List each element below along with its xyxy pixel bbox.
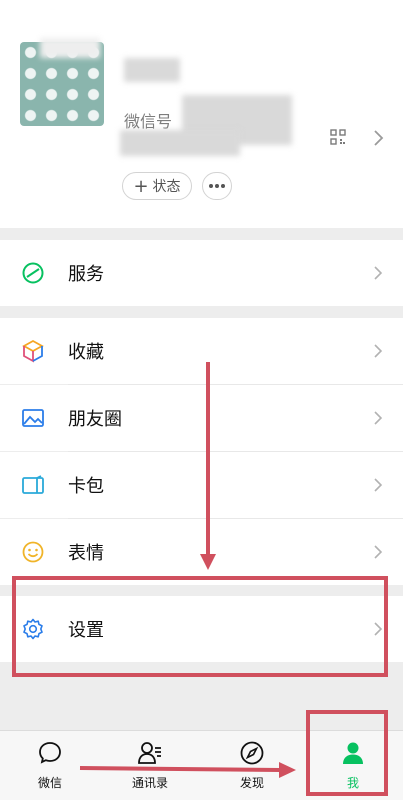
services-icon <box>22 262 44 284</box>
chevron-right-icon <box>374 411 383 425</box>
menu-item-label: 朋友圈 <box>68 409 122 430</box>
menu-item-label: 卡包 <box>68 476 104 497</box>
tab-label: 通讯录 <box>131 776 168 790</box>
tab-contacts[interactable]: 通讯录 <box>110 731 190 800</box>
menu-item-label: 服务 <box>68 264 104 285</box>
profile-header[interactable]: 微信号 + 状态 <box>0 0 403 228</box>
chevron-right-icon <box>374 344 383 358</box>
sticker-icon <box>22 541 44 563</box>
wechat-me-screen: 微信号 + 状态 服务 收藏 朋友圈 卡包 表情 设置 微信 通讯录 发现 我 <box>0 0 403 800</box>
wechat-id-blurred-2 <box>120 130 240 156</box>
nickname-blurred <box>124 58 180 82</box>
favorites-icon <box>22 339 44 363</box>
tab-label: 微信 <box>37 776 62 790</box>
wechat-id-label: 微信号 <box>124 112 173 131</box>
annotation-box-me-tab <box>306 710 388 796</box>
contacts-icon <box>138 742 161 764</box>
top-blur <box>40 38 100 58</box>
more-button[interactable] <box>202 172 232 200</box>
menu-item-services[interactable]: 服务 <box>0 240 403 306</box>
card-wallet-icon <box>22 475 44 494</box>
menu-item-label: 收藏 <box>68 342 104 363</box>
compass-icon <box>240 741 264 765</box>
chevron-right-icon <box>374 478 383 492</box>
chevron-right-icon[interactable] <box>372 129 384 147</box>
annotation-box-settings <box>12 576 388 677</box>
tab-discover[interactable]: 发现 <box>212 731 292 800</box>
menu-item-cards[interactable]: 卡包 <box>0 452 403 518</box>
more-dots-icon <box>209 184 225 188</box>
tab-chats[interactable]: 微信 <box>10 731 90 800</box>
chevron-right-icon <box>374 266 383 280</box>
chevron-right-icon <box>374 545 383 559</box>
chat-bubble-icon <box>39 742 61 764</box>
menu-item-label: 表情 <box>68 543 104 564</box>
tab-label: 发现 <box>239 776 264 790</box>
status-button-label: 状态 <box>152 179 181 195</box>
moments-icon <box>22 409 44 427</box>
menu-item-moments[interactable]: 朋友圈 <box>0 385 403 451</box>
status-button[interactable]: + 状态 <box>122 172 192 200</box>
plus-icon: + <box>133 175 149 197</box>
qrcode-icon[interactable] <box>330 129 346 145</box>
menu-item-favorites[interactable]: 收藏 <box>0 318 403 384</box>
